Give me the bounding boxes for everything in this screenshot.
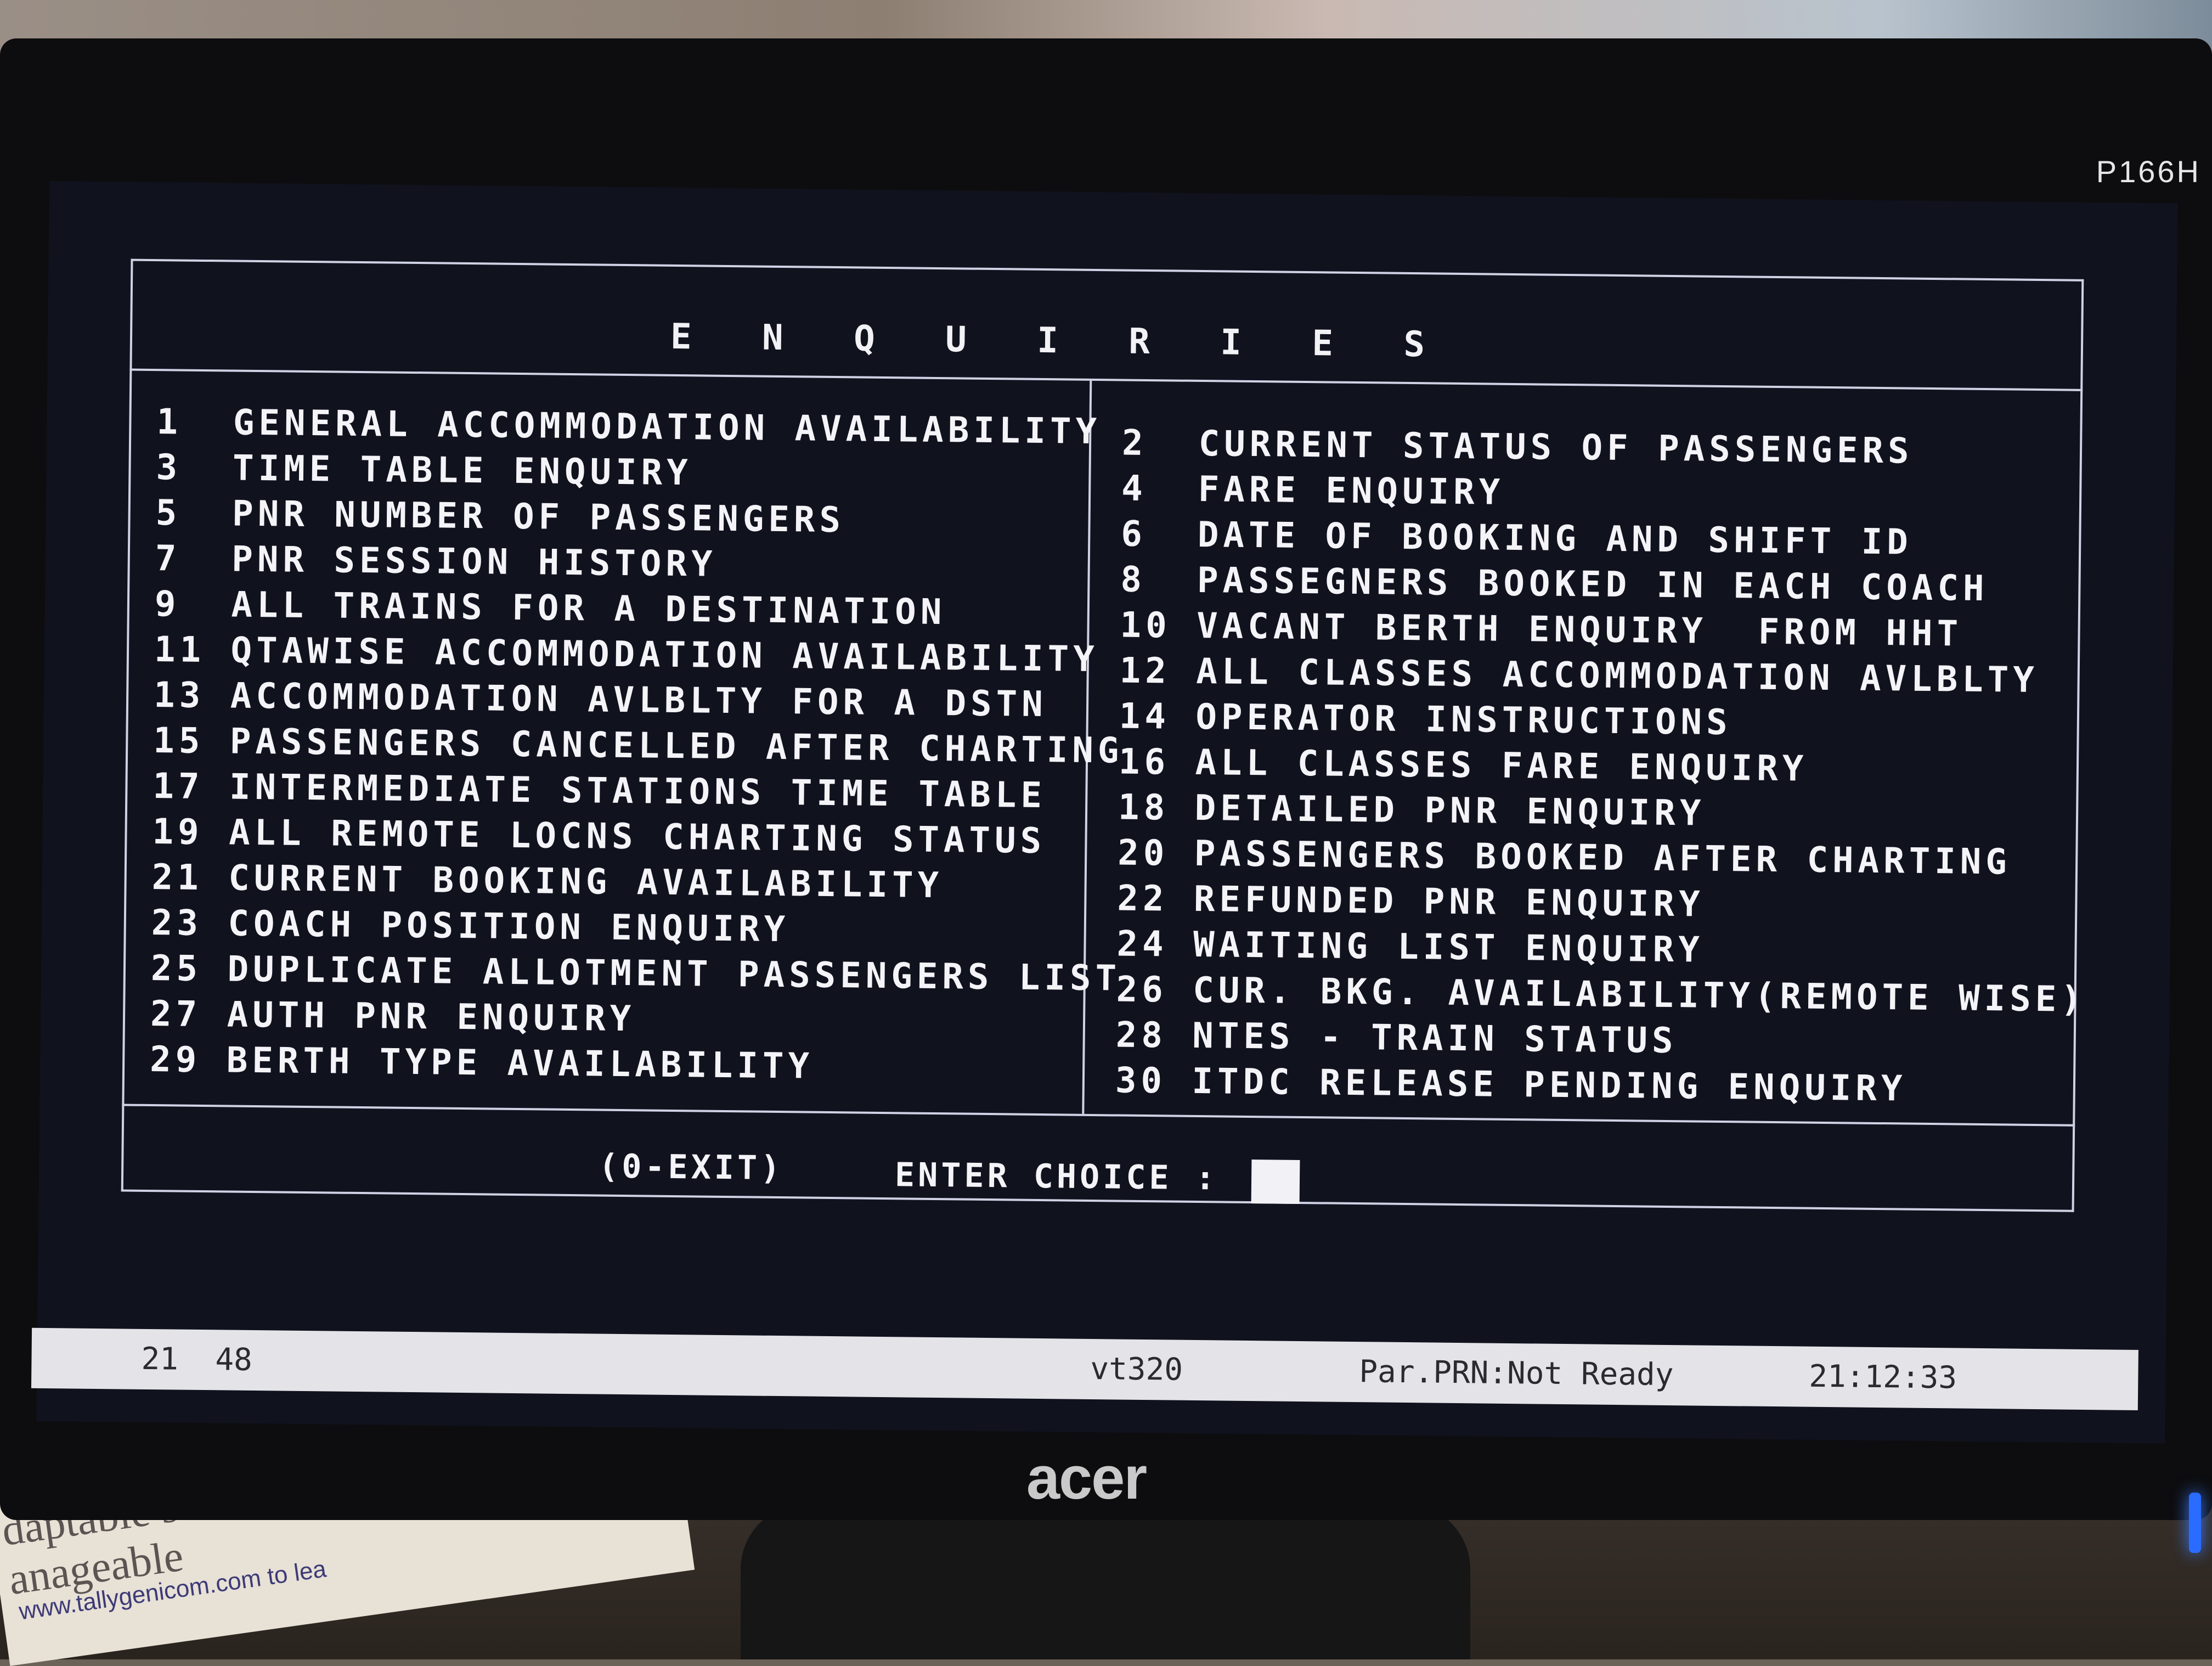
menu-item[interactable]: 25 DUPLICATE ALLOTMENT PASSENGERS LIST bbox=[151, 948, 1121, 999]
menu-item[interactable]: 7 PNR SESSION HISTORY bbox=[155, 538, 716, 585]
menu-item[interactable]: 9 ALL TRAINS FOR A DESTINATION bbox=[155, 584, 946, 633]
menu-item[interactable]: 27 AUTH PNR ENQUIRY bbox=[150, 994, 636, 1039]
page-title: E N Q U I R I E S bbox=[670, 316, 1450, 365]
printer-status: Par.PRN:Not Ready bbox=[1359, 1354, 1674, 1393]
menu-item[interactable]: 26 CUR. BKG. AVAILABILITY(REMOTE WISE) bbox=[1116, 969, 2086, 1020]
menu-item[interactable]: 22 REFUNDED PNR ENQUIRY bbox=[1117, 878, 1705, 925]
menu-item[interactable]: 13 ACCOMMODATION AVLBLTY FOR A DSTN bbox=[154, 675, 1047, 725]
menu-item[interactable]: 30 ITDC RELEASE PENDING ENQUIRY bbox=[1115, 1060, 1907, 1109]
menu-item[interactable]: 11 QTAWISE ACCOMMODATION AVAILABILITY bbox=[154, 629, 1099, 680]
monitor-stand bbox=[741, 1504, 1470, 1659]
outer-box-top bbox=[131, 258, 2084, 282]
menu-item[interactable]: 6 DATE OF BOOKING AND SHIFT ID bbox=[1121, 514, 1912, 562]
menu-item[interactable]: 24 WAITING LIST ENQUIRY bbox=[1116, 924, 1704, 970]
menu-item[interactable]: 20 PASSENGERS BOOKED AFTER CHARTING bbox=[1118, 832, 2011, 882]
menu-item[interactable]: 15 PASSENGERS CANCELLED AFTER CHARTING bbox=[153, 721, 1124, 772]
menu-item[interactable]: 28 NTES - TRAIN STATUS bbox=[1115, 1015, 1677, 1061]
terminal-type: vt320 bbox=[1090, 1350, 1183, 1388]
menu-item[interactable]: 14 OPERATOR INSTRUCTIONS bbox=[1119, 696, 1732, 743]
menu-item[interactable]: 16 ALL CLASSES FARE ENQUIRY bbox=[1119, 741, 1808, 789]
menu-item[interactable]: 18 DETAILED PNR ENQUIRY bbox=[1118, 787, 1706, 834]
menu-item[interactable]: 1 GENERAL ACCOMMODATION AVAILABILITY bbox=[156, 402, 1101, 452]
menu-item[interactable]: 2 CURRENT STATUS OF PASSENGERS bbox=[1122, 423, 1914, 472]
monitor-bezel: P166H acer E N Q U I R I E S 1 GENERAL A… bbox=[0, 38, 2212, 1553]
menu-item[interactable]: 29 BERTH TYPE AVAILABILITY bbox=[150, 1039, 814, 1087]
power-led-icon bbox=[2189, 1493, 2201, 1553]
status-bar: 21 48 vt320 Par.PRN:Not Ready 21:12:33 bbox=[31, 1327, 2138, 1410]
outer-box-right bbox=[2072, 279, 2084, 1212]
outer-box-left bbox=[121, 258, 133, 1192]
menu-item[interactable]: 5 PNR NUMBER OF PASSENGERS bbox=[155, 493, 845, 541]
menu-item[interactable]: 21 CURRENT BOOKING AVAILABILITY bbox=[151, 857, 943, 906]
monitor-model-label: P166H bbox=[2096, 154, 2201, 189]
monitor-brand-logo: acer bbox=[1026, 1444, 1147, 1512]
menu-item[interactable]: 23 COACH POSITION ENQUIRY bbox=[151, 903, 789, 950]
enter-choice-label: ENTER CHOICE : bbox=[894, 1156, 1219, 1198]
cursor-position: 21 48 bbox=[141, 1341, 253, 1378]
choice-input[interactable] bbox=[1251, 1160, 1300, 1204]
clock: 21:12:33 bbox=[1809, 1358, 1957, 1396]
menu-item[interactable]: 17 INTERMEDIATE STATIONS TIME TABLE bbox=[153, 766, 1046, 816]
terminal-screen: E N Q U I R I E S 1 GENERAL ACCOMMODATIO… bbox=[31, 181, 2178, 1444]
menu-box-top bbox=[129, 368, 2083, 391]
menu-item[interactable]: 12 ALL CLASSES ACCOMMODATION AVLBLTY bbox=[1119, 650, 2039, 701]
menu-item[interactable]: 19 ALL REMOTE LOCNS CHARTING STATUS bbox=[152, 812, 1046, 862]
menu-item[interactable]: 8 PASSEGNERS BOOKED IN EACH COACH bbox=[1120, 559, 1989, 609]
menu-item[interactable]: 10 VACANT BERTH ENQUIRY FROM HHT bbox=[1120, 605, 1962, 654]
exit-hint: (0-EXIT) bbox=[598, 1147, 784, 1188]
menu-item[interactable]: 3 TIME TABLE ENQUIRY bbox=[156, 447, 692, 493]
menu-item[interactable]: 4 FARE ENQUIRY bbox=[1121, 468, 1505, 513]
